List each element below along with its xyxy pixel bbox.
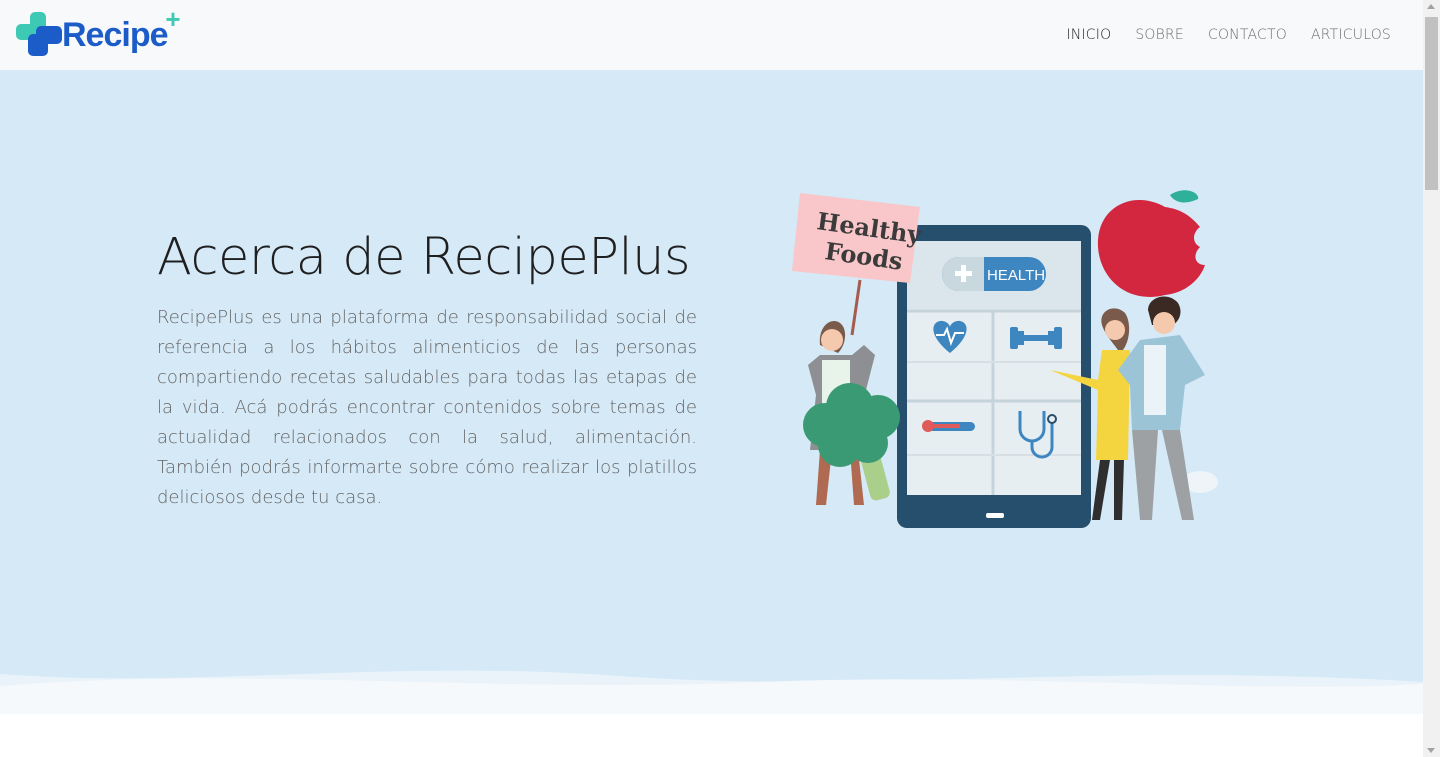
- hero-title: Acerca de RecipePlus: [157, 228, 691, 287]
- healthy-foods-illustration: HEALTH Healthy Foods: [792, 190, 1218, 528]
- health-label: HEALTH: [987, 267, 1045, 284]
- logo-cross-icon: [16, 12, 64, 58]
- page-scrollbar[interactable]: [1423, 0, 1440, 757]
- nav-link-sobre[interactable]: SOBRE: [1135, 27, 1184, 43]
- hero-section: Acerca de RecipePlus RecipePlus es una p…: [0, 70, 1423, 714]
- scroll-up-arrow-icon[interactable]: [1427, 4, 1435, 9]
- brand-name: Recipe +: [62, 3, 181, 54]
- hero-wave-divider: [0, 670, 1423, 714]
- navbar: Recipe + INICIO SOBRE CONTACTO ARTICULOS: [0, 0, 1423, 70]
- nav-link-inicio[interactable]: INICIO: [1066, 27, 1111, 43]
- page: Recipe + INICIO SOBRE CONTACTO ARTICULOS …: [0, 0, 1440, 757]
- scrollbar-thumb[interactable]: [1425, 17, 1438, 190]
- hero-description: RecipePlus es una plataforma de responsa…: [157, 307, 697, 508]
- main-nav: INICIO SOBRE CONTACTO ARTICULOS: [1066, 27, 1407, 43]
- scroll-down-arrow-icon[interactable]: [1427, 748, 1435, 753]
- brand-plus-icon: +: [165, 3, 180, 34]
- apple-icon: [1097, 190, 1205, 297]
- brand-logo[interactable]: Recipe +: [16, 3, 181, 60]
- nav-link-contacto[interactable]: CONTACTO: [1208, 27, 1287, 43]
- nav-link-articulos[interactable]: ARTICULOS: [1311, 27, 1391, 43]
